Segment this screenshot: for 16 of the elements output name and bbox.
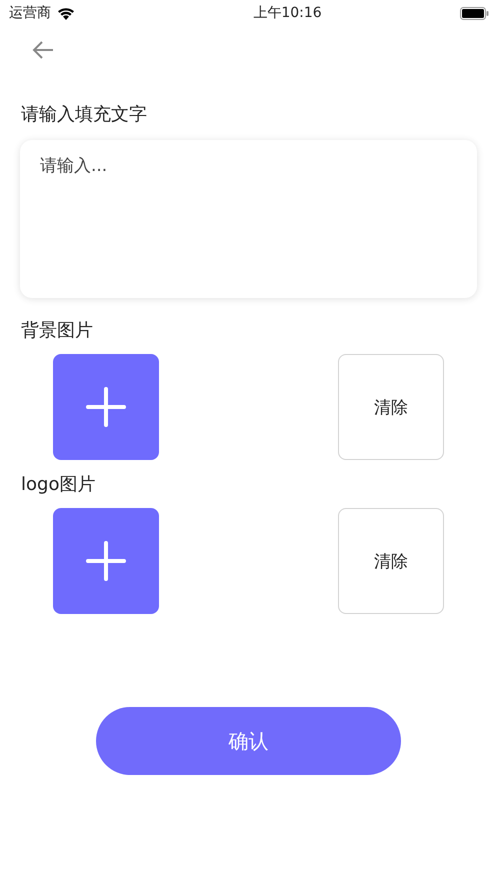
confirm-button[interactable]: 确认	[96, 707, 401, 775]
carrier-name: 运营商	[9, 4, 51, 22]
text-input-label: 请输入填充文字	[21, 103, 147, 126]
section-label: 背景图片	[21, 319, 93, 342]
clear-button[interactable]: 清除	[338, 508, 444, 614]
battery-icon	[460, 6, 489, 20]
back-icon[interactable]	[32, 40, 54, 60]
clear-button[interactable]: 清除	[338, 354, 444, 460]
add-image-button[interactable]	[53, 354, 159, 460]
plus-icon	[86, 387, 126, 427]
add-image-button[interactable]	[53, 508, 159, 614]
status-time: 上午10:16	[253, 4, 322, 22]
plus-icon	[86, 541, 126, 581]
section-label: logo图片	[21, 473, 96, 496]
text-input-field[interactable]: 请输入...	[20, 140, 477, 298]
wifi-icon	[57, 6, 75, 20]
